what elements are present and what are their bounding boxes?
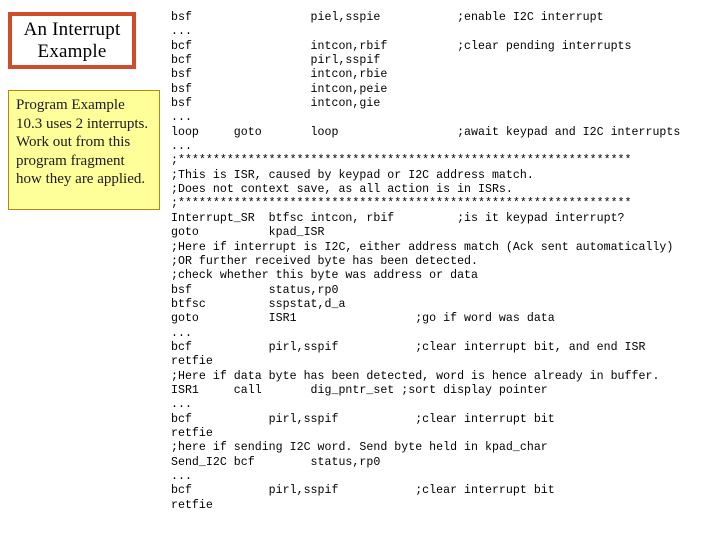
code-line: bcf pirl,sspif ;clear interrupt bit, and…	[171, 340, 646, 354]
code-line: ;Does not context save, as all action is…	[171, 183, 513, 197]
code-line: goto ISR1 ;go if word was data	[171, 312, 555, 326]
code-line: ;***************************************…	[171, 197, 632, 211]
page-title: An Interrupt Example	[23, 18, 121, 62]
code-line: ;here if sending I2C word. Send byte hel…	[171, 441, 548, 455]
code-line: bcf pirl,sspif ;clear interrupt bit	[171, 412, 555, 426]
title-box: An Interrupt Example	[8, 12, 136, 69]
code-line: bcf intcon,rbif ;clear pending interrupt…	[171, 39, 632, 53]
code-line: ;***************************************…	[171, 154, 632, 168]
code-line: ...	[171, 398, 192, 412]
code-line: ...	[171, 111, 192, 125]
left-column: An Interrupt Example Program Example 10.…	[0, 0, 168, 540]
code-listing: bsf piel,sspie ;enable I2C interrupt... b…	[171, 11, 719, 513]
code-line: ;Here if interrupt is I2C, either addres…	[171, 240, 674, 254]
code-line: ...	[171, 470, 192, 483]
code-line: retfie	[171, 426, 213, 440]
code-line: ISR1 call dig_pntr_set ;sort display poi…	[171, 383, 548, 397]
code-pane: bsf piel,sspie ;enable I2C interrupt... b…	[171, 11, 719, 535]
code-line: goto kpad_ISR	[171, 226, 325, 240]
code-line: bcf pirl,sspif	[171, 54, 381, 68]
code-line: bsf status,rp0	[171, 283, 339, 297]
code-line: retfie	[171, 498, 213, 512]
code-line: ;check whether this byte was address or …	[171, 269, 479, 283]
code-line: Interrupt_SR btfsc intcon, rbif ;is it k…	[171, 211, 625, 225]
code-line: ;OR further received byte has been detec…	[171, 254, 479, 268]
note-box: Program Example 10.3 uses 2 interrupts. …	[8, 90, 160, 210]
code-line: Send_I2C bcf status,rp0	[171, 455, 381, 469]
code-line: ;Here if data byte has been detected, wo…	[171, 369, 660, 383]
code-line: ...	[171, 25, 192, 39]
code-line: loop goto loop ;await keypad and I2C int…	[171, 125, 681, 139]
code-line: ...	[171, 326, 192, 340]
code-line: bsf intcon,rbie	[171, 68, 388, 82]
code-line: ...	[171, 140, 192, 154]
code-line: btfsc sspstat,d_a	[171, 297, 346, 311]
note-text: Program Example 10.3 uses 2 interrupts. …	[16, 97, 152, 187]
code-line: bsf piel,sspie ;enable I2C interrupt	[171, 11, 604, 24]
code-line: bsf intcon,peie	[171, 82, 388, 96]
code-line: ;This is ISR, caused by keypad or I2C ad…	[171, 168, 534, 182]
code-line: retfie	[171, 355, 213, 369]
code-line: bsf intcon,gie	[171, 97, 381, 111]
code-line: bcf pirl,sspif ;clear interrupt bit	[171, 484, 555, 498]
